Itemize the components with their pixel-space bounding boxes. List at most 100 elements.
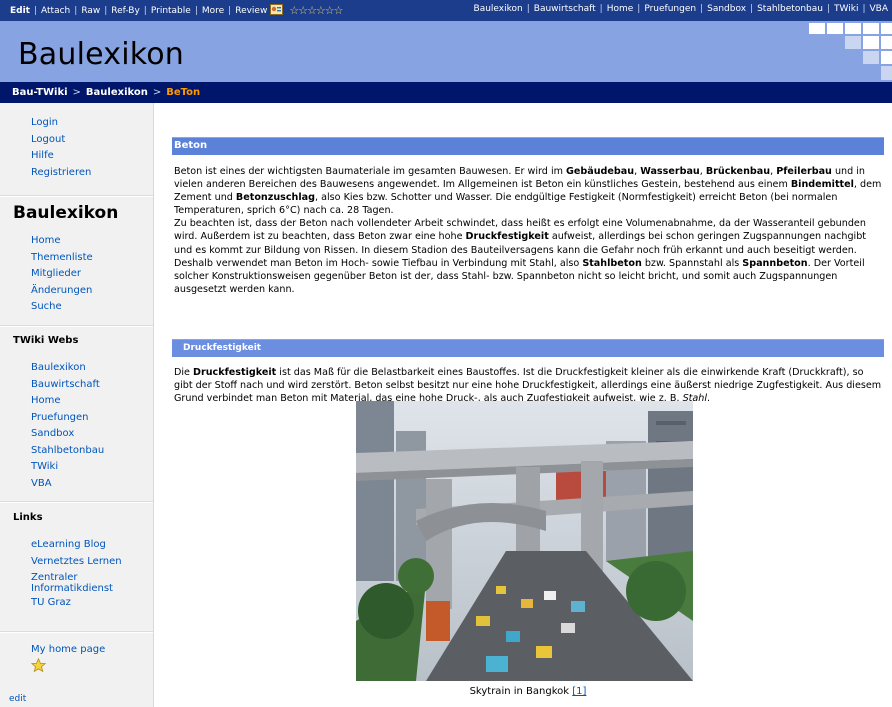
bold-term: Druckfestigkeit bbox=[465, 231, 549, 243]
text-run: Die bbox=[174, 367, 194, 378]
web-nav-pruefungen[interactable]: Pruefungen bbox=[644, 4, 696, 14]
breadcrumb-current: BeTon bbox=[166, 87, 201, 98]
breadcrumb-root[interactable]: Bau-TWiki bbox=[12, 87, 68, 98]
section-title-beton: Beton bbox=[174, 140, 208, 151]
caption-reference-link[interactable]: [1] bbox=[572, 686, 586, 697]
bold-term: Pfeilerbau bbox=[776, 166, 832, 177]
bold-term: Brückenbau bbox=[705, 166, 771, 177]
top-toolbar: Edit | Attach | Raw | Ref-By | Printable | More | Re… bbox=[0, 0, 892, 21]
toolbar-separator: | bbox=[104, 6, 108, 16]
sidebar-item-login[interactable]: Login bbox=[31, 115, 91, 132]
external-links: eLearning Blog Vernetztes Lernen Zentraler… bbox=[31, 537, 131, 612]
web-nav-separator: | bbox=[826, 4, 831, 14]
toolbar-separator: | bbox=[143, 6, 147, 16]
caption-text: Skytrain in Bangkok bbox=[469, 686, 570, 697]
sidebar-web-baulexikon[interactable]: Baulexikon bbox=[31, 360, 104, 377]
section-heading: Beton bbox=[172, 137, 884, 155]
divider bbox=[0, 195, 153, 197]
my-home-page-link[interactable]: My home page bbox=[31, 642, 105, 659]
web-nav-baulexikon[interactable]: Baulexikon bbox=[474, 4, 523, 14]
section-title-druckfestigkeit: Druckfestigkeit bbox=[183, 343, 262, 353]
sidebar-link-tu-graz[interactable]: TU Graz bbox=[31, 595, 131, 612]
toolbar-separator: | bbox=[228, 6, 232, 16]
topic-actions: Edit | Attach | Raw | Ref-By | Printable | More | Re… bbox=[10, 4, 344, 17]
action-review[interactable]: Review bbox=[235, 6, 267, 16]
bold-term: Wasserbau bbox=[640, 166, 700, 177]
toolbar-separator: | bbox=[194, 6, 198, 16]
web-links: Home Themenliste Mitglieder Änderungen Suche bbox=[31, 233, 93, 316]
web-nav-sandbox[interactable]: Sandbox bbox=[707, 4, 746, 14]
sidebar-web-vba[interactable]: VBA bbox=[31, 476, 104, 493]
web-nav-stahlbetonbau[interactable]: Stahlbetonbau bbox=[757, 4, 823, 14]
web-nav-separator: | bbox=[599, 4, 603, 14]
bold-term: Stahlbeton bbox=[582, 257, 642, 269]
divider bbox=[0, 501, 153, 503]
sidebar-item-hilfe[interactable]: Hilfe bbox=[31, 148, 91, 165]
sidebar-web-home[interactable]: Home bbox=[31, 393, 104, 410]
action-printable[interactable]: Printable bbox=[151, 6, 191, 16]
sidebar-web-bauwirtschaft[interactable]: Bauwirtschaft bbox=[31, 377, 104, 394]
breadcrumb-web[interactable]: Baulexikon bbox=[86, 87, 148, 98]
toolbar-separator: | bbox=[74, 6, 78, 16]
rating-stars[interactable]: ☆☆☆☆☆☆ bbox=[289, 4, 343, 17]
web-nav-separator: | bbox=[750, 4, 754, 14]
action-ref-by[interactable]: Ref-By bbox=[111, 6, 140, 16]
web-nav-separator: | bbox=[637, 4, 641, 14]
action-attach[interactable]: Attach bbox=[41, 6, 70, 16]
site-header: Baulexikon bbox=[0, 21, 892, 82]
sidebar-item-home[interactable]: Home bbox=[31, 233, 93, 250]
web-nav-separator: | bbox=[700, 4, 704, 14]
bold-term: Druckfestigkeit bbox=[193, 367, 277, 378]
image-caption: Skytrain in Bangkok [1] bbox=[172, 686, 884, 697]
web-nav-twiki[interactable]: TWiki bbox=[834, 4, 858, 14]
text-run: Beton ist eines der wichtigsten Baumater… bbox=[174, 166, 566, 177]
grid-logo-icon bbox=[809, 23, 892, 80]
site-title: Baulexikon bbox=[18, 37, 185, 72]
review-icon[interactable] bbox=[270, 4, 284, 15]
sidebar-web-title: Baulexikon bbox=[13, 203, 119, 223]
user-links: Login Logout Hilfe Registrieren bbox=[31, 115, 91, 181]
web-nav-bauwirtschaft[interactable]: Bauwirtschaft bbox=[534, 4, 596, 14]
sidebar-item-themenliste[interactable]: Themenliste bbox=[31, 250, 93, 267]
breadcrumb-separator: > bbox=[72, 87, 81, 98]
twiki-webs-heading: TWiki Webs bbox=[13, 335, 79, 346]
action-edit[interactable]: Edit bbox=[10, 6, 30, 16]
bold-term: Gebäudebau bbox=[566, 166, 635, 177]
text-run: . bbox=[707, 393, 711, 405]
sidebar-item-mitglieder[interactable]: Mitglieder bbox=[31, 266, 93, 283]
bold-term: Bindemittel bbox=[790, 179, 854, 191]
sidebar-web-pruefungen[interactable]: Pruefungen bbox=[31, 410, 104, 427]
sidebar-item-logout[interactable]: Logout bbox=[31, 132, 91, 149]
action-raw[interactable]: Raw bbox=[81, 6, 100, 16]
bold-term: Spannbeton bbox=[742, 257, 808, 269]
web-nav-separator: | bbox=[862, 4, 866, 14]
web-nav-home[interactable]: Home bbox=[607, 4, 634, 14]
sidebar-item-suche[interactable]: Suche bbox=[31, 299, 93, 316]
paragraph-druckfestigkeit: Die Druckfestigkeit ist das Maß für die … bbox=[174, 366, 882, 405]
sidebar-link-zentraler-informatikdienst[interactable]: Zentraler Informatikdienst bbox=[31, 570, 131, 595]
sidebar-web-twiki[interactable]: TWiki bbox=[31, 459, 104, 476]
sidebar-link-elearning-blog[interactable]: eLearning Blog bbox=[31, 537, 131, 554]
divider bbox=[0, 631, 153, 633]
web-nav-vba[interactable]: VBA bbox=[870, 4, 889, 14]
web-navigation: Baulexikon | Bauwirtschaft | Home | Pruefungen… bbox=[474, 4, 888, 14]
home-page-group: My home page bbox=[31, 642, 105, 659]
webs-links: Baulexikon Bauwirtschaft Home Pruefungen San… bbox=[31, 360, 104, 492]
sidebar-web-stahlbetonbau[interactable]: Stahlbetonbau bbox=[31, 443, 104, 460]
paragraph-beton: Beton ist eines der wichtigsten Baumater… bbox=[174, 165, 882, 296]
edit-link[interactable]: edit bbox=[9, 694, 26, 704]
sidebar-web-sandbox[interactable]: Sandbox bbox=[31, 426, 104, 443]
text-run: bzw. Spannstahl als bbox=[641, 257, 743, 269]
left-sidebar: Login Logout Hilfe Registrieren Baulexikon … bbox=[0, 103, 154, 707]
sidebar-item-änderungen[interactable]: Änderungen bbox=[31, 283, 93, 300]
sidebar-item-registrieren[interactable]: Registrieren bbox=[31, 165, 91, 182]
breadcrumb-separator: > bbox=[152, 87, 162, 98]
bold-term: Betonzuschlag bbox=[235, 192, 316, 204]
action-more[interactable]: More bbox=[202, 6, 224, 16]
sidebar-link-vernetztes-lernen[interactable]: Vernetztes Lernen bbox=[31, 554, 131, 571]
web-nav-separator: | bbox=[526, 4, 530, 14]
divider bbox=[0, 325, 153, 327]
star-icon[interactable] bbox=[31, 658, 46, 673]
breadcrumb: Bau-TWiki > Baulexikon > BeTon bbox=[0, 82, 892, 103]
text-run: ist das Maß für die Belastbarkeit eines … bbox=[174, 367, 882, 405]
